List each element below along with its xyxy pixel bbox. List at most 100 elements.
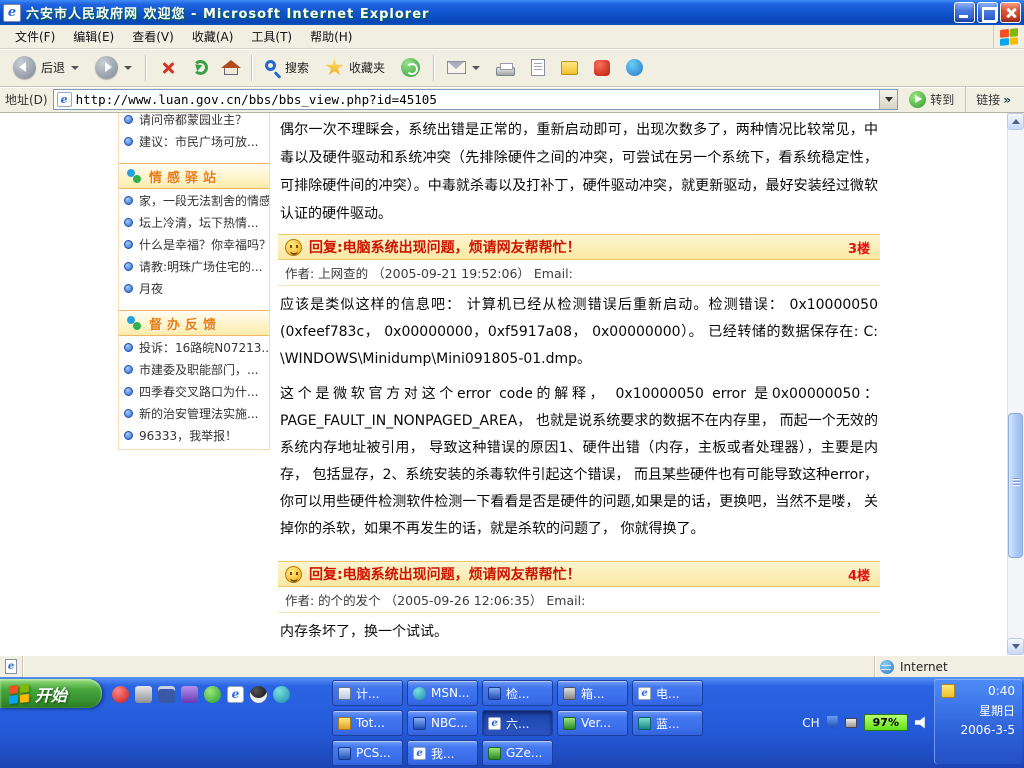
app-icon xyxy=(413,687,426,700)
go-button[interactable]: 转到 xyxy=(903,89,960,110)
status-message-pane xyxy=(22,656,874,677)
clock-tray[interactable]: 0:40 星期日 2006-3-5 xyxy=(934,679,1022,764)
task-label: Ver... xyxy=(581,716,611,730)
volume-icon[interactable] xyxy=(915,716,928,729)
sidebar-topic-link[interactable]: 什么是幸福？你幸福吗？ xyxy=(119,233,269,255)
task-button-computer[interactable]: e电... xyxy=(632,680,703,706)
app-icon xyxy=(338,747,351,760)
home-button[interactable] xyxy=(217,56,245,79)
mail-dropdown-icon[interactable] xyxy=(472,66,480,70)
address-label: 地址(D) xyxy=(5,91,48,108)
qq-button[interactable] xyxy=(587,56,617,80)
sidebar-topic-link[interactable]: 新的治安管理法实施... xyxy=(119,402,269,424)
task-button-mine[interactable]: e我... xyxy=(407,740,478,766)
maximize-button[interactable] xyxy=(977,2,998,23)
reply-header-4: 回复:电脑系统出现问题，烦请网友帮帮忙！ 4楼 xyxy=(278,561,880,587)
back-button[interactable]: 后退 xyxy=(6,52,86,83)
app-icon: e xyxy=(488,717,501,730)
clock-time: 0:40 xyxy=(988,684,1015,698)
page-icon: e xyxy=(57,92,72,107)
sidebar-topic-link[interactable]: 投诉：16路皖N07213... xyxy=(119,336,269,358)
bullet-icon xyxy=(124,343,133,352)
start-button[interactable]: 开始 xyxy=(0,679,102,708)
search-button[interactable]: 搜索 xyxy=(258,55,316,80)
section-icon xyxy=(127,169,142,184)
task-button-totalcmd[interactable]: Tot... xyxy=(332,710,403,736)
menu-tools[interactable]: 工具(T) xyxy=(242,25,301,48)
minimize-button[interactable] xyxy=(954,2,975,23)
shield-icon[interactable] xyxy=(827,716,838,729)
close-button[interactable] xyxy=(1000,2,1021,23)
messenger-button[interactable] xyxy=(619,55,650,80)
battery-indicator[interactable]: 97% xyxy=(864,714,908,731)
task-button-gze[interactable]: GZe... xyxy=(482,740,553,766)
scrollbar-thumb[interactable] xyxy=(1008,413,1023,558)
discuss-button[interactable] xyxy=(554,57,585,79)
menu-favorites[interactable]: 收藏(A) xyxy=(183,25,243,48)
author-line: 作者: 上网查的 （2005-09-21 19:52:06） Email: xyxy=(278,260,880,286)
internet-explorer-icon[interactable]: e xyxy=(227,686,244,703)
sidebar-topic-link[interactable]: 建议：市民广场可放... xyxy=(119,130,269,152)
address-dropdown-button[interactable] xyxy=(879,90,897,109)
favorites-button[interactable]: 收藏夹 xyxy=(318,55,392,81)
task-button-ver[interactable]: Ver... xyxy=(557,710,628,736)
refresh-button[interactable] xyxy=(186,56,215,79)
reply-paragraph: 内存条坏了，换一个试试。 xyxy=(280,619,878,646)
task-button-nbc[interactable]: NBC... xyxy=(407,710,478,736)
utility-icon[interactable] xyxy=(135,686,152,703)
phone-app-icon[interactable] xyxy=(204,686,221,703)
search-label: 搜索 xyxy=(285,59,309,76)
task-button-msn[interactable]: MSN... xyxy=(407,680,478,706)
sidebar-topic-link[interactable]: 请教:明珠广场住宅的... xyxy=(119,255,269,277)
sidebar-topic-link[interactable]: 月夜 xyxy=(119,277,269,299)
titlebar[interactable]: e 六安市人民政府网 欢迎您 - Microsoft Internet Expl… xyxy=(0,0,1024,25)
forward-icon xyxy=(95,56,118,79)
v-chat-icon[interactable] xyxy=(181,686,198,703)
qq-penguin-icon[interactable] xyxy=(250,686,267,703)
menu-edit[interactable]: 编辑(E) xyxy=(64,25,123,48)
forward-dropdown-icon[interactable] xyxy=(124,66,132,70)
sidebar-topic-link[interactable]: 坛上冷清，坛下热情... xyxy=(119,211,269,233)
sidebar-topic-link[interactable]: 请问帝都蒙园业主？ xyxy=(119,113,269,130)
sidebar-topic-link[interactable]: 96333，我举报！ xyxy=(119,424,269,446)
back-dropdown-icon[interactable] xyxy=(71,66,79,70)
task-button-mailbox[interactable]: 箱... xyxy=(557,680,628,706)
forward-button[interactable] xyxy=(88,52,139,83)
mail-icon xyxy=(447,61,466,74)
clock-weekday: 星期日 xyxy=(941,702,1015,719)
task-button-calculator[interactable]: 计... xyxy=(332,680,403,706)
sidebar-topic-link[interactable]: 家，一段无法割舍的情感 xyxy=(119,189,269,211)
bullet-icon xyxy=(124,262,133,271)
history-button[interactable] xyxy=(394,54,427,81)
sidebar-topic-link[interactable]: 四季春交叉路口为什... xyxy=(119,380,269,402)
mail-button[interactable] xyxy=(440,57,487,78)
stop-icon xyxy=(159,59,177,77)
task-button-pcs[interactable]: PCS... xyxy=(332,740,403,766)
menu-file[interactable]: 文件(F) xyxy=(6,25,64,48)
media-player-icon[interactable] xyxy=(112,686,129,703)
vertical-scrollbar[interactable] xyxy=(1007,113,1024,655)
discuss-icon xyxy=(561,61,578,75)
edit-button[interactable] xyxy=(524,55,552,80)
msn-icon[interactable] xyxy=(273,686,290,703)
menu-view[interactable]: 查看(V) xyxy=(123,25,183,48)
ime-indicator[interactable]: CH xyxy=(802,716,819,730)
sidebar-topic-link[interactable]: 市建委及职能部门，... xyxy=(119,358,269,380)
task-button-scan[interactable]: 检... xyxy=(482,680,553,706)
windows-flag-icon xyxy=(9,683,29,703)
app-icon xyxy=(338,687,351,700)
print-button[interactable] xyxy=(489,56,522,80)
scroll-down-button[interactable] xyxy=(1007,638,1024,655)
menu-help[interactable]: 帮助(H) xyxy=(301,25,361,48)
notification-icon[interactable] xyxy=(941,684,955,698)
quick-launch-bar: e xyxy=(112,684,290,704)
scroll-up-button[interactable] xyxy=(1007,113,1024,130)
address-input[interactable] xyxy=(72,92,880,107)
stop-button[interactable] xyxy=(152,55,184,81)
topic-label: 新的治安管理法实施... xyxy=(139,405,258,422)
task-button-luan-active[interactable]: e六... xyxy=(482,710,553,736)
save-tool-icon[interactable] xyxy=(158,686,175,703)
links-toolbar[interactable]: 链接 xyxy=(965,87,1019,112)
device-icon[interactable] xyxy=(845,718,857,728)
task-button-bluetooth[interactable]: 蓝... xyxy=(632,710,703,736)
